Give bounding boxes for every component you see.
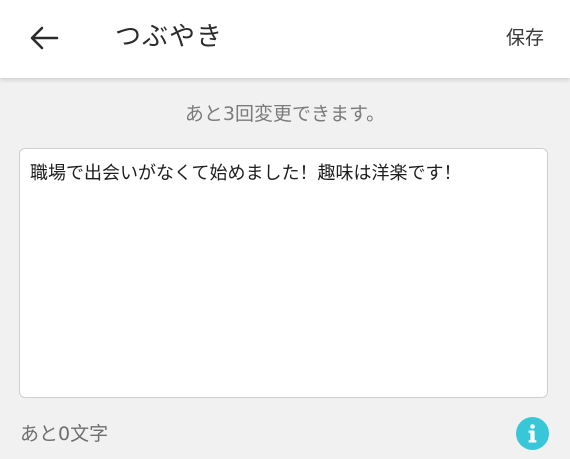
save-button[interactable]: 保存 (506, 24, 544, 52)
tweet-input[interactable]: 職場で出会いがなくて始めました！趣味は洋楽です！ (30, 161, 537, 385)
remaining-changes-notice: あと3回変更できます。 (184, 103, 386, 125)
info-button[interactable] (516, 417, 549, 450)
tweet-editor: 職場で出会いがなくて始めました！趣味は洋楽です！ (19, 148, 548, 398)
app-header: つぶやき 保存 (0, 0, 570, 78)
character-counter: あと0文字 (20, 423, 109, 445)
back-button[interactable] (22, 18, 66, 58)
arrow-left-icon (30, 26, 59, 50)
info-icon (528, 424, 537, 443)
page-title: つぶやき (115, 22, 224, 52)
